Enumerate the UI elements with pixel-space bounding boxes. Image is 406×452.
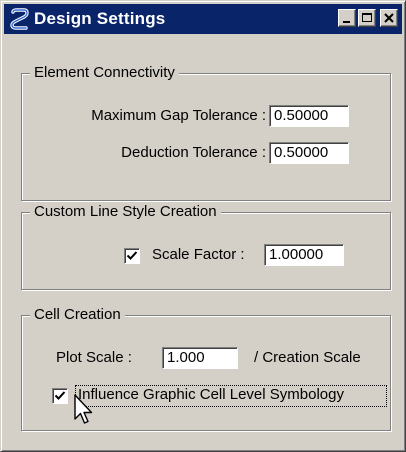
scale-factor-label: Scale Factor : xyxy=(152,246,245,263)
scale-factor-checkbox[interactable] xyxy=(124,248,140,264)
app-logo-icon xyxy=(10,8,29,30)
check-icon xyxy=(126,251,138,260)
max-gap-tolerance-input[interactable]: 0.50000 xyxy=(269,105,349,127)
minimize-icon xyxy=(343,21,350,23)
minimize-button[interactable] xyxy=(338,9,356,27)
element-connectivity-legend: Element Connectivity xyxy=(30,64,179,81)
cell-creation-legend: Cell Creation xyxy=(30,306,125,323)
max-gap-tolerance-label: Maximum Gap Tolerance : xyxy=(91,107,266,124)
plot-scale-input[interactable]: 1.000 xyxy=(162,347,238,369)
window-title: Design Settings xyxy=(34,9,166,28)
influence-symbology-label[interactable]: Influence Graphic Cell Level Symbology xyxy=(78,386,344,403)
deduction-tolerance-input[interactable]: 0.50000 xyxy=(269,142,349,164)
maximize-icon xyxy=(362,13,372,22)
close-icon xyxy=(384,13,394,23)
check-icon xyxy=(54,391,66,400)
deduction-tolerance-label: Deduction Tolerance : xyxy=(121,144,266,161)
design-settings-window: Design Settings Element Connectivity Max… xyxy=(0,0,406,452)
creation-scale-label: / Creation Scale xyxy=(254,349,361,366)
custom-line-style-legend: Custom Line Style Creation xyxy=(30,203,221,220)
scale-factor-input[interactable]: 1.00000 xyxy=(264,244,344,266)
mouse-pointer-icon xyxy=(74,394,93,424)
influence-symbology-checkbox[interactable] xyxy=(52,388,68,404)
title-bar[interactable]: Design Settings xyxy=(4,4,402,34)
plot-scale-label: Plot Scale : xyxy=(56,349,132,366)
close-button[interactable] xyxy=(380,9,398,27)
custom-line-style-group: Custom Line Style Creation Scale Factor … xyxy=(21,203,391,290)
maximize-button[interactable] xyxy=(358,9,376,27)
element-connectivity-group: Element Connectivity Maximum Gap Toleran… xyxy=(21,64,391,201)
